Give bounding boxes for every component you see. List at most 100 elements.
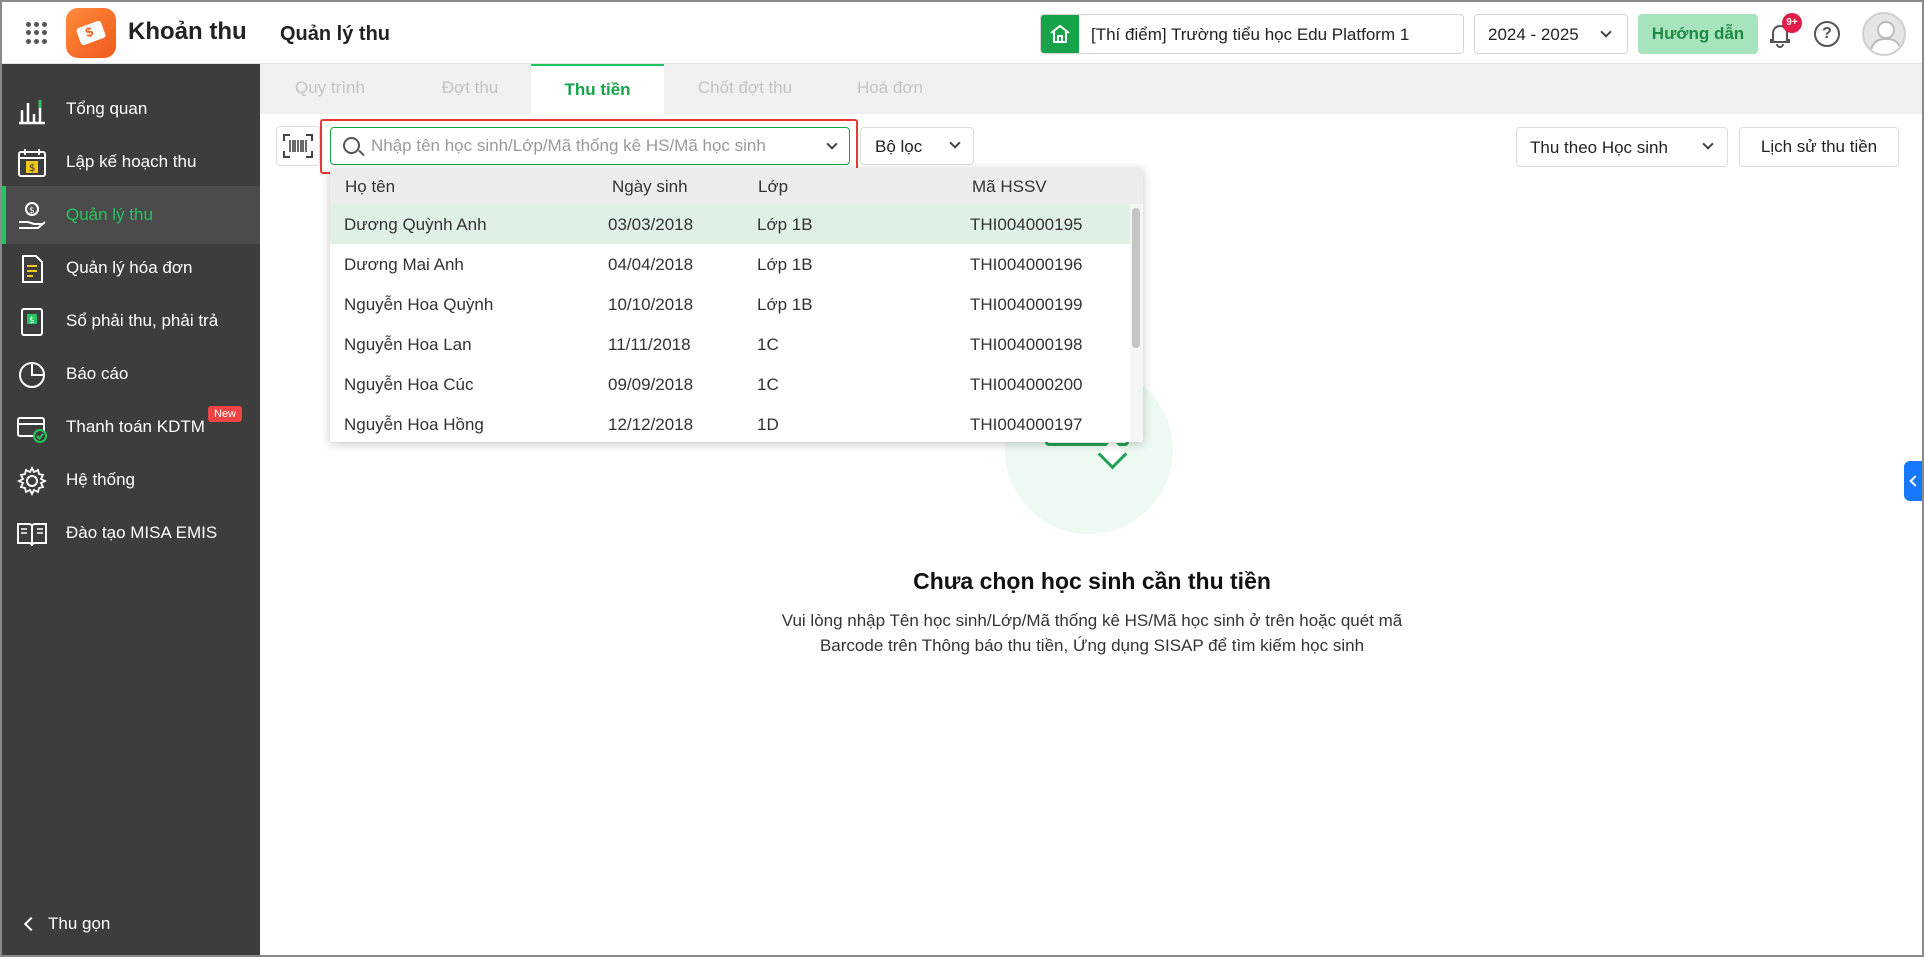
sidebar-item-label: Quản lý thu [66,205,153,224]
chevron-down-icon [1600,26,1612,38]
collection-mode-value: Thu theo Học sinh [1530,138,1668,157]
dropdown-scrollbar[interactable] [1130,204,1143,442]
sidebar-item-payment[interactable]: Thanh toán KDTM New [2,398,260,456]
student-row[interactable]: Nguyễn Hoa Quỳnh 10/10/2018 Lớp 1B THI00… [330,284,1132,324]
column-header-dob: Ngày sinh [612,177,688,196]
school-select[interactable]: [Thí điểm] Trường tiểu học Edu Platform … [1040,14,1464,54]
school-name: [Thí điểm] Trường tiểu học Edu Platform … [1091,25,1410,44]
pie-chart-icon [19,362,45,388]
student-class: Lớp 1B [757,215,813,234]
app-window: Khoản thu Quản lý thu [Thí điểm] Trường … [0,0,1924,957]
money-hand-icon: $ [19,202,46,229]
page-title: Quản lý thu [280,23,390,45]
help-icon[interactable]: ? [1814,21,1840,47]
collection-mode-select[interactable]: Thu theo Học sinh [1516,127,1728,167]
scrollbar-thumb[interactable] [1132,208,1140,348]
student-dob: 09/09/2018 [608,375,694,394]
empty-state-title: Chưa chọn học sinh cần thu tiền [913,568,1271,594]
sidebar-item-system[interactable]: Hệ thống [2,451,260,509]
student-code: THI004000196 [970,255,1083,274]
payment-history-button[interactable]: Lịch sử thu tiền [1739,127,1899,167]
sidebar: Tổng quan $ Lập kế hoạch thu $ Quản lý t… [2,64,260,955]
sidebar-item-label: Tổng quan [66,99,148,118]
side-panel-toggle[interactable] [1904,461,1922,501]
filter-label: Bộ lọc [875,137,923,156]
school-home-icon [1041,15,1079,53]
svg-text:$: $ [29,163,35,174]
empty-state-description: Vui lòng nhập Tên học sinh/Lớp/Mã thống … [742,608,1442,658]
sidebar-item-manage-collection[interactable]: $ Quản lý thu [2,186,260,244]
chart-icon [19,100,45,125]
sidebar-item-label: Quản lý hóa đơn [66,258,193,277]
guide-button[interactable]: Hướng dẫn [1638,14,1758,54]
student-class: Lớp 1B [757,295,813,314]
gear-icon [16,465,48,497]
sidebar-item-ledger[interactable]: $ Sổ phải thu, phải trả [2,292,260,350]
search-icon [343,137,360,154]
chevron-down-icon [949,137,961,149]
student-class: 1C [757,335,779,354]
student-code: THI004000200 [970,375,1083,394]
barcode-icon [283,134,313,158]
student-row[interactable]: Nguyễn Hoa Lan 11/11/2018 1C THI00400019… [330,324,1132,364]
empty-state-line-2: Barcode trên Thông báo thu tiền, Ứng dụn… [819,636,1365,655]
student-dob: 11/11/2018 [608,335,691,354]
column-header-name: Họ tên [345,177,396,196]
student-dob: 04/04/2018 [608,255,694,274]
book-icon [17,523,47,547]
avatar[interactable] [1862,12,1906,56]
chevron-down-icon[interactable] [826,138,838,150]
tab-collection-batch[interactable]: Đợt thu [400,64,540,114]
sidebar-item-label: Hệ thống [66,470,135,489]
sidebar-item-training[interactable]: Đào tạo MISA EMIS [2,504,260,562]
student-name: Dương Mai Anh [344,255,464,274]
search-input[interactable] [371,132,811,160]
tab-collect-money[interactable]: Thu tiền [531,64,664,114]
student-search-box[interactable] [330,127,850,165]
tab-bar: Quy trình Đợt thu Thu tiền Chốt đợt thu … [260,64,1922,114]
chevron-down-icon [1702,138,1714,150]
filter-button[interactable]: Bộ lọc [860,127,974,165]
top-bar: Khoản thu Quản lý thu [Thí điểm] Trường … [2,2,1922,64]
student-class: 1C [757,375,779,394]
sidebar-item-invoices[interactable]: Quản lý hóa đơn [2,239,260,297]
notification-badge: 9+ [1782,13,1802,33]
apps-grid-icon[interactable] [26,22,48,44]
barcode-scan-button[interactable] [276,126,320,166]
app-title: Khoản thu [128,18,247,45]
student-class: Lớp 1B [757,255,813,274]
sidebar-item-label: Thanh toán KDTM [66,417,205,436]
ledger-icon: $ [21,308,43,336]
student-row[interactable]: Nguyễn Hoa Hồng 12/12/2018 1D THI0040001… [330,404,1132,442]
tab-process[interactable]: Quy trình [260,64,400,114]
student-code: THI004000197 [970,415,1083,434]
sidebar-item-label: Sổ phải thu, phải trả [66,311,219,330]
student-row[interactable]: Dương Mai Anh 04/04/2018 Lớp 1B THI00400… [330,244,1132,284]
school-year-value: 2024 - 2025 [1488,25,1579,44]
school-year-select[interactable]: 2024 - 2025 [1474,14,1628,54]
card-check-icon [17,417,47,443]
student-row[interactable]: Nguyễn Hoa Cúc 09/09/2018 1C THI00400020… [330,364,1132,404]
student-name: Dương Quỳnh Anh [344,215,487,234]
sidebar-item-overview[interactable]: Tổng quan [2,80,260,138]
student-code: THI004000199 [970,295,1083,314]
student-dob: 12/12/2018 [608,415,694,434]
student-name: Nguyễn Hoa Lan [344,335,472,354]
sidebar-item-label: Đào tạo MISA EMIS [66,523,218,542]
collapse-sidebar-button[interactable]: Thu gọn [23,914,110,934]
student-class: 1D [757,415,779,434]
dropdown-header: Họ tên Ngày sinh Lớp Mã HSSV [330,168,1143,204]
tab-invoice[interactable]: Hoá đơn [820,64,960,114]
column-header-code: Mã HSSV [972,177,1047,196]
student-row[interactable]: Dương Quỳnh Anh 03/03/2018 Lớp 1B THI004… [330,204,1132,244]
student-name: Nguyễn Hoa Cúc [344,375,474,394]
student-dob: 03/03/2018 [608,215,694,234]
sidebar-item-planning[interactable]: $ Lập kế hoạch thu [2,133,260,191]
sidebar-item-reports[interactable]: Báo cáo [2,345,260,403]
calendar-money-icon: $ [18,149,46,177]
chevron-left-icon [23,916,39,932]
student-name: Nguyễn Hoa Hồng [344,415,484,434]
tab-close-batch[interactable]: Chốt đợt thu [670,64,820,114]
svg-text:$: $ [29,316,35,326]
app-logo-icon [66,8,116,58]
